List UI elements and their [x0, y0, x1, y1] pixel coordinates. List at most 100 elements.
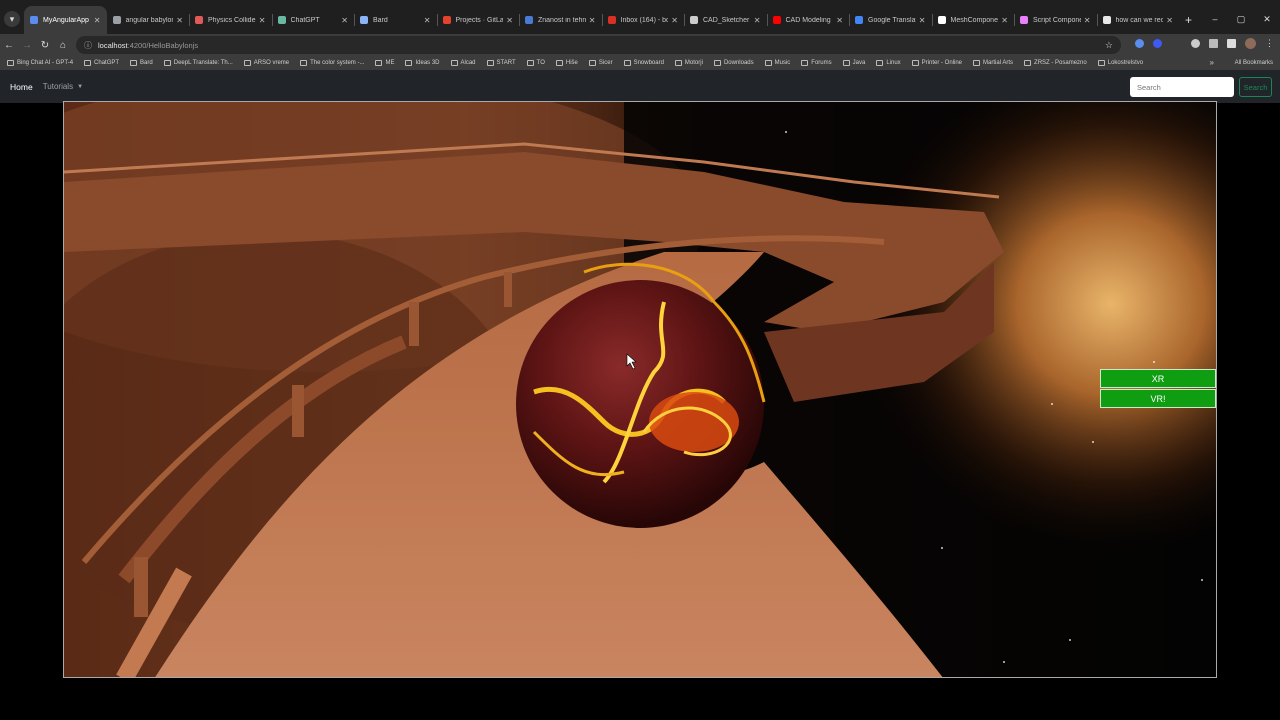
bookmark-item[interactable]: TO	[526, 60, 545, 66]
bookmark-item[interactable]: Motorji	[674, 60, 703, 66]
bookmark-label: Motorji	[684, 60, 703, 66]
browser-tab[interactable]: Script Compone ✕	[1014, 6, 1097, 34]
bookmark-item[interactable]: ZRSZ - Posamezno	[1024, 60, 1087, 66]
tab-search-icon[interactable]: ▾	[4, 11, 20, 27]
xr-button[interactable]: XR	[1100, 369, 1216, 388]
folder-icon	[163, 60, 171, 66]
tab-favicon-icon	[1020, 16, 1028, 24]
search-input[interactable]	[1130, 77, 1234, 97]
folder-icon	[300, 60, 308, 66]
bookmark-label: ChatGPT	[94, 60, 120, 66]
browser-tab[interactable]: CAD_Sketcher - G✕	[684, 6, 767, 34]
minimize-button[interactable]: –	[1202, 14, 1228, 25]
extension-icon[interactable]	[1135, 39, 1144, 48]
side-panel-icon[interactable]	[1227, 39, 1236, 48]
browser-tab[interactable]: Znanost in tehn ✕	[519, 6, 602, 34]
tab-close-icon[interactable]: ✕	[1001, 16, 1008, 25]
tab-title: CAD Modeling Ii	[785, 16, 834, 24]
profile-avatar[interactable]	[1245, 38, 1256, 49]
nav-tutorials-dropdown[interactable]: Tutorials ▼	[43, 82, 83, 91]
back-icon[interactable]: ←	[0, 40, 18, 51]
bookmark-item[interactable]: Sicer	[588, 60, 613, 66]
bookmark-item[interactable]: ME	[375, 60, 394, 66]
address-bar[interactable]: ⓘ localhost:4200/HelloBabylonjs ☆	[76, 36, 1121, 54]
bookmark-item[interactable]: Downloads	[713, 60, 754, 66]
search-button[interactable]: Search	[1239, 77, 1272, 97]
extension-icon[interactable]	[1153, 39, 1162, 48]
bookmark-item[interactable]: DeepL Translate: Th...	[163, 60, 233, 66]
site-info-icon[interactable]: ⓘ	[84, 40, 92, 51]
tab-close-icon[interactable]: ✕	[506, 16, 513, 25]
bookmark-item[interactable]: Printer - Online	[911, 60, 962, 66]
folder-icon	[623, 60, 631, 66]
browser-tab[interactable]: Google Translate✕	[849, 6, 932, 34]
tab-close-icon[interactable]: ✕	[1084, 16, 1091, 25]
bookmark-item[interactable]: ChatGPT	[84, 60, 119, 66]
tab-favicon-icon	[112, 16, 121, 24]
browser-tab[interactable]: MyAngularApp ✕	[24, 6, 107, 34]
babylon-render-canvas[interactable]	[63, 101, 1217, 678]
home-icon[interactable]: ⌂	[54, 40, 72, 51]
bookmark-item[interactable]: Forums	[801, 60, 832, 66]
bookmark-item[interactable]: Snowboard	[623, 60, 664, 66]
tab-close-icon[interactable]: ✕	[176, 16, 183, 25]
browser-tab[interactable]: Physics Collider C✕	[189, 6, 272, 34]
new-tab-button[interactable]: +	[1185, 13, 1192, 27]
nav-home-link[interactable]: Home	[10, 82, 33, 92]
tab-close-icon[interactable]: ✕	[1166, 16, 1173, 25]
bookmark-item[interactable]: Lokostrelstvo	[1097, 60, 1143, 66]
tab-favicon-icon	[937, 16, 946, 24]
bookmark-item[interactable]: Bard	[130, 60, 153, 66]
tab-close-icon[interactable]: ✕	[919, 16, 926, 25]
tab-close-icon[interactable]: ✕	[94, 16, 101, 25]
bookmark-item[interactable]: START	[486, 60, 516, 66]
bookmark-item[interactable]: Hiše	[555, 60, 578, 66]
tab-close-icon[interactable]: ✕	[341, 16, 348, 25]
browser-tab[interactable]: ChatGPT ✕	[271, 6, 355, 34]
browser-tab[interactable]: CAD Modeling Ii ✕	[766, 6, 850, 34]
browser-tab[interactable]: Bard ✕	[354, 6, 437, 34]
bookmark-item[interactable]: Martial Arts	[973, 60, 1013, 66]
browser-tab[interactable]: Projects · GitLab ✕	[436, 6, 520, 34]
maximize-button[interactable]: ▢	[1228, 14, 1254, 25]
folder-icon	[555, 60, 563, 66]
browser-tab[interactable]: how can we reco ✕	[1096, 6, 1180, 34]
browser-tab[interactable]: Inbox (164) - boj ✕	[601, 6, 685, 34]
bookmark-item[interactable]: Bing Chat AI - GPT-4	[7, 60, 73, 66]
bookmark-item[interactable]: Ideas 3D	[405, 60, 440, 66]
tab-title: ChatGPT	[290, 16, 320, 24]
bookmark-label: Sicer	[598, 60, 613, 66]
tab-close-icon[interactable]: ✕	[754, 16, 761, 25]
bookmark-item[interactable]: The color system -...	[300, 60, 364, 66]
bookmark-item[interactable]: Java	[842, 60, 865, 66]
bookmark-item[interactable]: Alcad	[450, 60, 476, 66]
close-window-button[interactable]: ✕	[1254, 14, 1280, 25]
all-bookmarks-button[interactable]: All Bookmarks	[1235, 56, 1273, 70]
tab-favicon-icon	[690, 16, 698, 24]
tab-close-icon[interactable]: ✕	[589, 16, 596, 25]
extensions-puzzle-icon[interactable]	[1209, 39, 1218, 48]
vr-button[interactable]: VR!	[1100, 389, 1216, 408]
tab-title: MeshComponen	[950, 16, 999, 24]
folder-icon	[486, 60, 494, 66]
tab-close-icon[interactable]: ✕	[259, 16, 266, 25]
bookmark-item[interactable]: Linux	[876, 60, 901, 66]
browser-tab[interactable]: MeshComponen ✕	[931, 6, 1015, 34]
forward-icon[interactable]: →	[18, 40, 36, 51]
bookmark-label: Music	[774, 60, 791, 66]
tab-close-icon[interactable]: ✕	[671, 16, 678, 25]
bookmark-item[interactable]: ARSO vreme	[243, 60, 289, 66]
tab-close-icon[interactable]: ✕	[424, 16, 431, 25]
browser-tab[interactable]: angular babylonjs✕	[107, 6, 190, 34]
bookmarks-overflow-icon[interactable]: »	[1210, 56, 1214, 70]
browser-menu-icon[interactable]: ⋮	[1265, 38, 1274, 49]
bookmarks-bar: Bing Chat AI - GPT-4 ChatGPT Bard DeepL Tra…	[0, 56, 1280, 70]
bookmark-label: Bing Chat AI - GPT-4	[17, 60, 74, 66]
tab-close-icon[interactable]: ✕	[836, 16, 843, 25]
extension-icon[interactable]	[1191, 39, 1200, 48]
bookmark-star-icon[interactable]: ☆	[1105, 40, 1113, 51]
reload-icon[interactable]: ↻	[36, 40, 54, 51]
caret-down-icon: ▼	[77, 83, 84, 90]
folder-icon	[526, 60, 534, 66]
bookmark-item[interactable]: Music	[764, 60, 791, 66]
